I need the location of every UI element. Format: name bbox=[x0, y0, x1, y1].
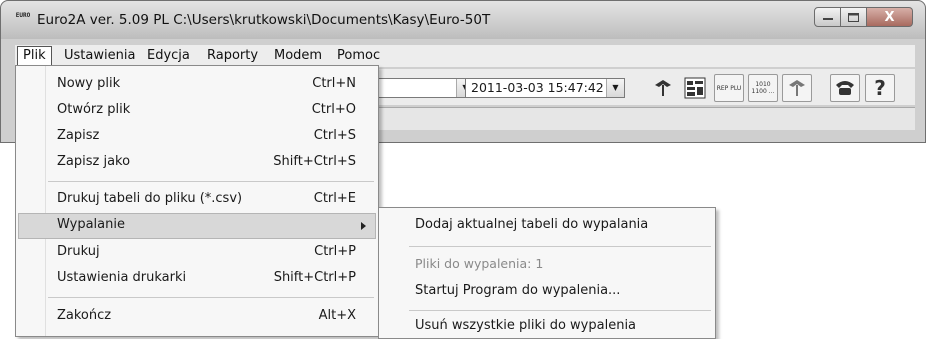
menu-item-zapisz[interactable]: Zapisz Ctrl+S bbox=[18, 124, 376, 150]
rep-plu-label: REP PLU bbox=[716, 84, 742, 92]
tool-2-icon[interactable] bbox=[782, 74, 812, 102]
datetime-value: 2011-03-03 15:47:42 bbox=[471, 80, 604, 95]
menu-item-shortcut: Ctrl+O bbox=[311, 102, 356, 117]
app-icon[interactable]: EURO bbox=[15, 13, 31, 29]
code-label: 1010 1100 ... bbox=[751, 81, 775, 95]
rep-plu-icon[interactable]: REP PLU bbox=[714, 74, 744, 102]
menu-plik[interactable]: Plik bbox=[17, 46, 52, 66]
tool-icon[interactable] bbox=[648, 74, 678, 102]
menu-separator bbox=[48, 297, 374, 298]
submenu-item-usun-wszystkie[interactable]: Usuń wszystkie pliki do wypalenia bbox=[415, 318, 636, 333]
menu-modem[interactable]: Modem bbox=[269, 47, 327, 65]
menu-bar: Plik Ustawienia Edycja Raporty Modem Pom… bbox=[15, 45, 915, 67]
help-icon[interactable]: ? bbox=[865, 74, 895, 102]
menu-item-shortcut: Ctrl+S bbox=[313, 128, 356, 143]
dropdown-arrow-icon[interactable]: ▼ bbox=[606, 79, 624, 97]
close-button[interactable]: X bbox=[867, 7, 913, 27]
menu-separator bbox=[48, 181, 374, 182]
minimize-button[interactable] bbox=[814, 7, 841, 27]
menu-item-label: Zapisz bbox=[57, 128, 100, 143]
wypalanie-submenu: Dodaj aktualnej tabeli do wypalania Plik… bbox=[378, 207, 716, 339]
menu-item-shortcut: Ctrl+N bbox=[312, 76, 356, 91]
menu-item-label: Zakończ bbox=[57, 308, 112, 323]
menu-item-ustawienia-drukarki[interactable]: Ustawienia drukarki Shift+Ctrl+P bbox=[18, 266, 376, 292]
maximize-icon bbox=[848, 12, 859, 22]
menu-item-wypalanie[interactable]: Wypalanie bbox=[18, 213, 376, 239]
menu-item-otworz-plik[interactable]: Otwórz plik Ctrl+O bbox=[18, 98, 376, 124]
menu-item-zapisz-jako[interactable]: Zapisz jako Shift+Ctrl+S bbox=[18, 150, 376, 176]
help-label: ? bbox=[874, 76, 886, 100]
caption-buttons: X bbox=[814, 7, 913, 29]
menu-ustawienia[interactable]: Ustawienia bbox=[59, 47, 140, 65]
menu-item-label: Nowy plik bbox=[57, 76, 121, 91]
menu-item-shortcut: Ctrl+P bbox=[314, 244, 356, 259]
menu-item-shortcut: Ctrl+E bbox=[313, 191, 356, 206]
submenu-item-startuj[interactable]: Startuj Program do wypalenia... bbox=[415, 283, 620, 298]
minimize-icon bbox=[822, 18, 833, 20]
menu-item-label: Drukuj tabeli do pliku (*.csv) bbox=[57, 191, 243, 206]
menu-item-label: Drukuj bbox=[57, 244, 100, 259]
submenu-files-info: Pliki do wypalenia: 1 bbox=[415, 256, 544, 271]
menu-item-zakoncz[interactable]: Zakończ Alt+X bbox=[18, 304, 376, 330]
submenu-item-dodaj[interactable]: Dodaj aktualnej tabeli do wypalania bbox=[415, 217, 648, 232]
menu-item-drukuj-csv[interactable]: Drukuj tabeli do pliku (*.csv) Ctrl+E bbox=[18, 187, 376, 213]
datetime-combo[interactable]: 2011-03-03 15:47:42 ▼ bbox=[465, 78, 625, 98]
submenu-separator bbox=[409, 310, 711, 311]
submenu-arrow-icon bbox=[361, 222, 366, 230]
menu-item-shortcut: Alt+X bbox=[318, 308, 356, 323]
menu-item-label: Zapisz jako bbox=[57, 154, 131, 169]
phone-icon[interactable] bbox=[830, 74, 860, 102]
submenu-separator bbox=[409, 246, 711, 247]
plik-menu: Nowy plik Ctrl+N Otwórz plik Ctrl+O Zapi… bbox=[15, 65, 379, 337]
pcx-icon[interactable] bbox=[680, 74, 710, 102]
menu-item-label: Otwórz plik bbox=[57, 102, 131, 117]
menu-item-shortcut: Shift+Ctrl+P bbox=[273, 270, 356, 285]
menu-item-shortcut: Shift+Ctrl+S bbox=[273, 154, 356, 169]
menu-item-label: Wypalanie bbox=[57, 217, 125, 232]
menu-item-drukuj[interactable]: Drukuj Ctrl+P bbox=[18, 240, 376, 266]
menu-raporty[interactable]: Raporty bbox=[202, 47, 263, 65]
window-title: Euro2A ver. 5.09 PL C:\Users\krutkowski\… bbox=[37, 12, 491, 28]
menu-item-nowy-plik[interactable]: Nowy plik Ctrl+N bbox=[18, 72, 376, 98]
menu-item-label: Ustawienia drukarki bbox=[57, 270, 187, 285]
menu-edycja[interactable]: Edycja bbox=[142, 47, 195, 65]
close-icon: X bbox=[884, 9, 895, 25]
menu-pomoc[interactable]: Pomoc bbox=[332, 47, 385, 65]
code-icon[interactable]: 1010 1100 ... bbox=[748, 74, 778, 102]
maximize-button[interactable] bbox=[841, 7, 867, 27]
title-bar[interactable]: EURO Euro2A ver. 5.09 PL C:\Users\krutko… bbox=[1, 1, 925, 39]
